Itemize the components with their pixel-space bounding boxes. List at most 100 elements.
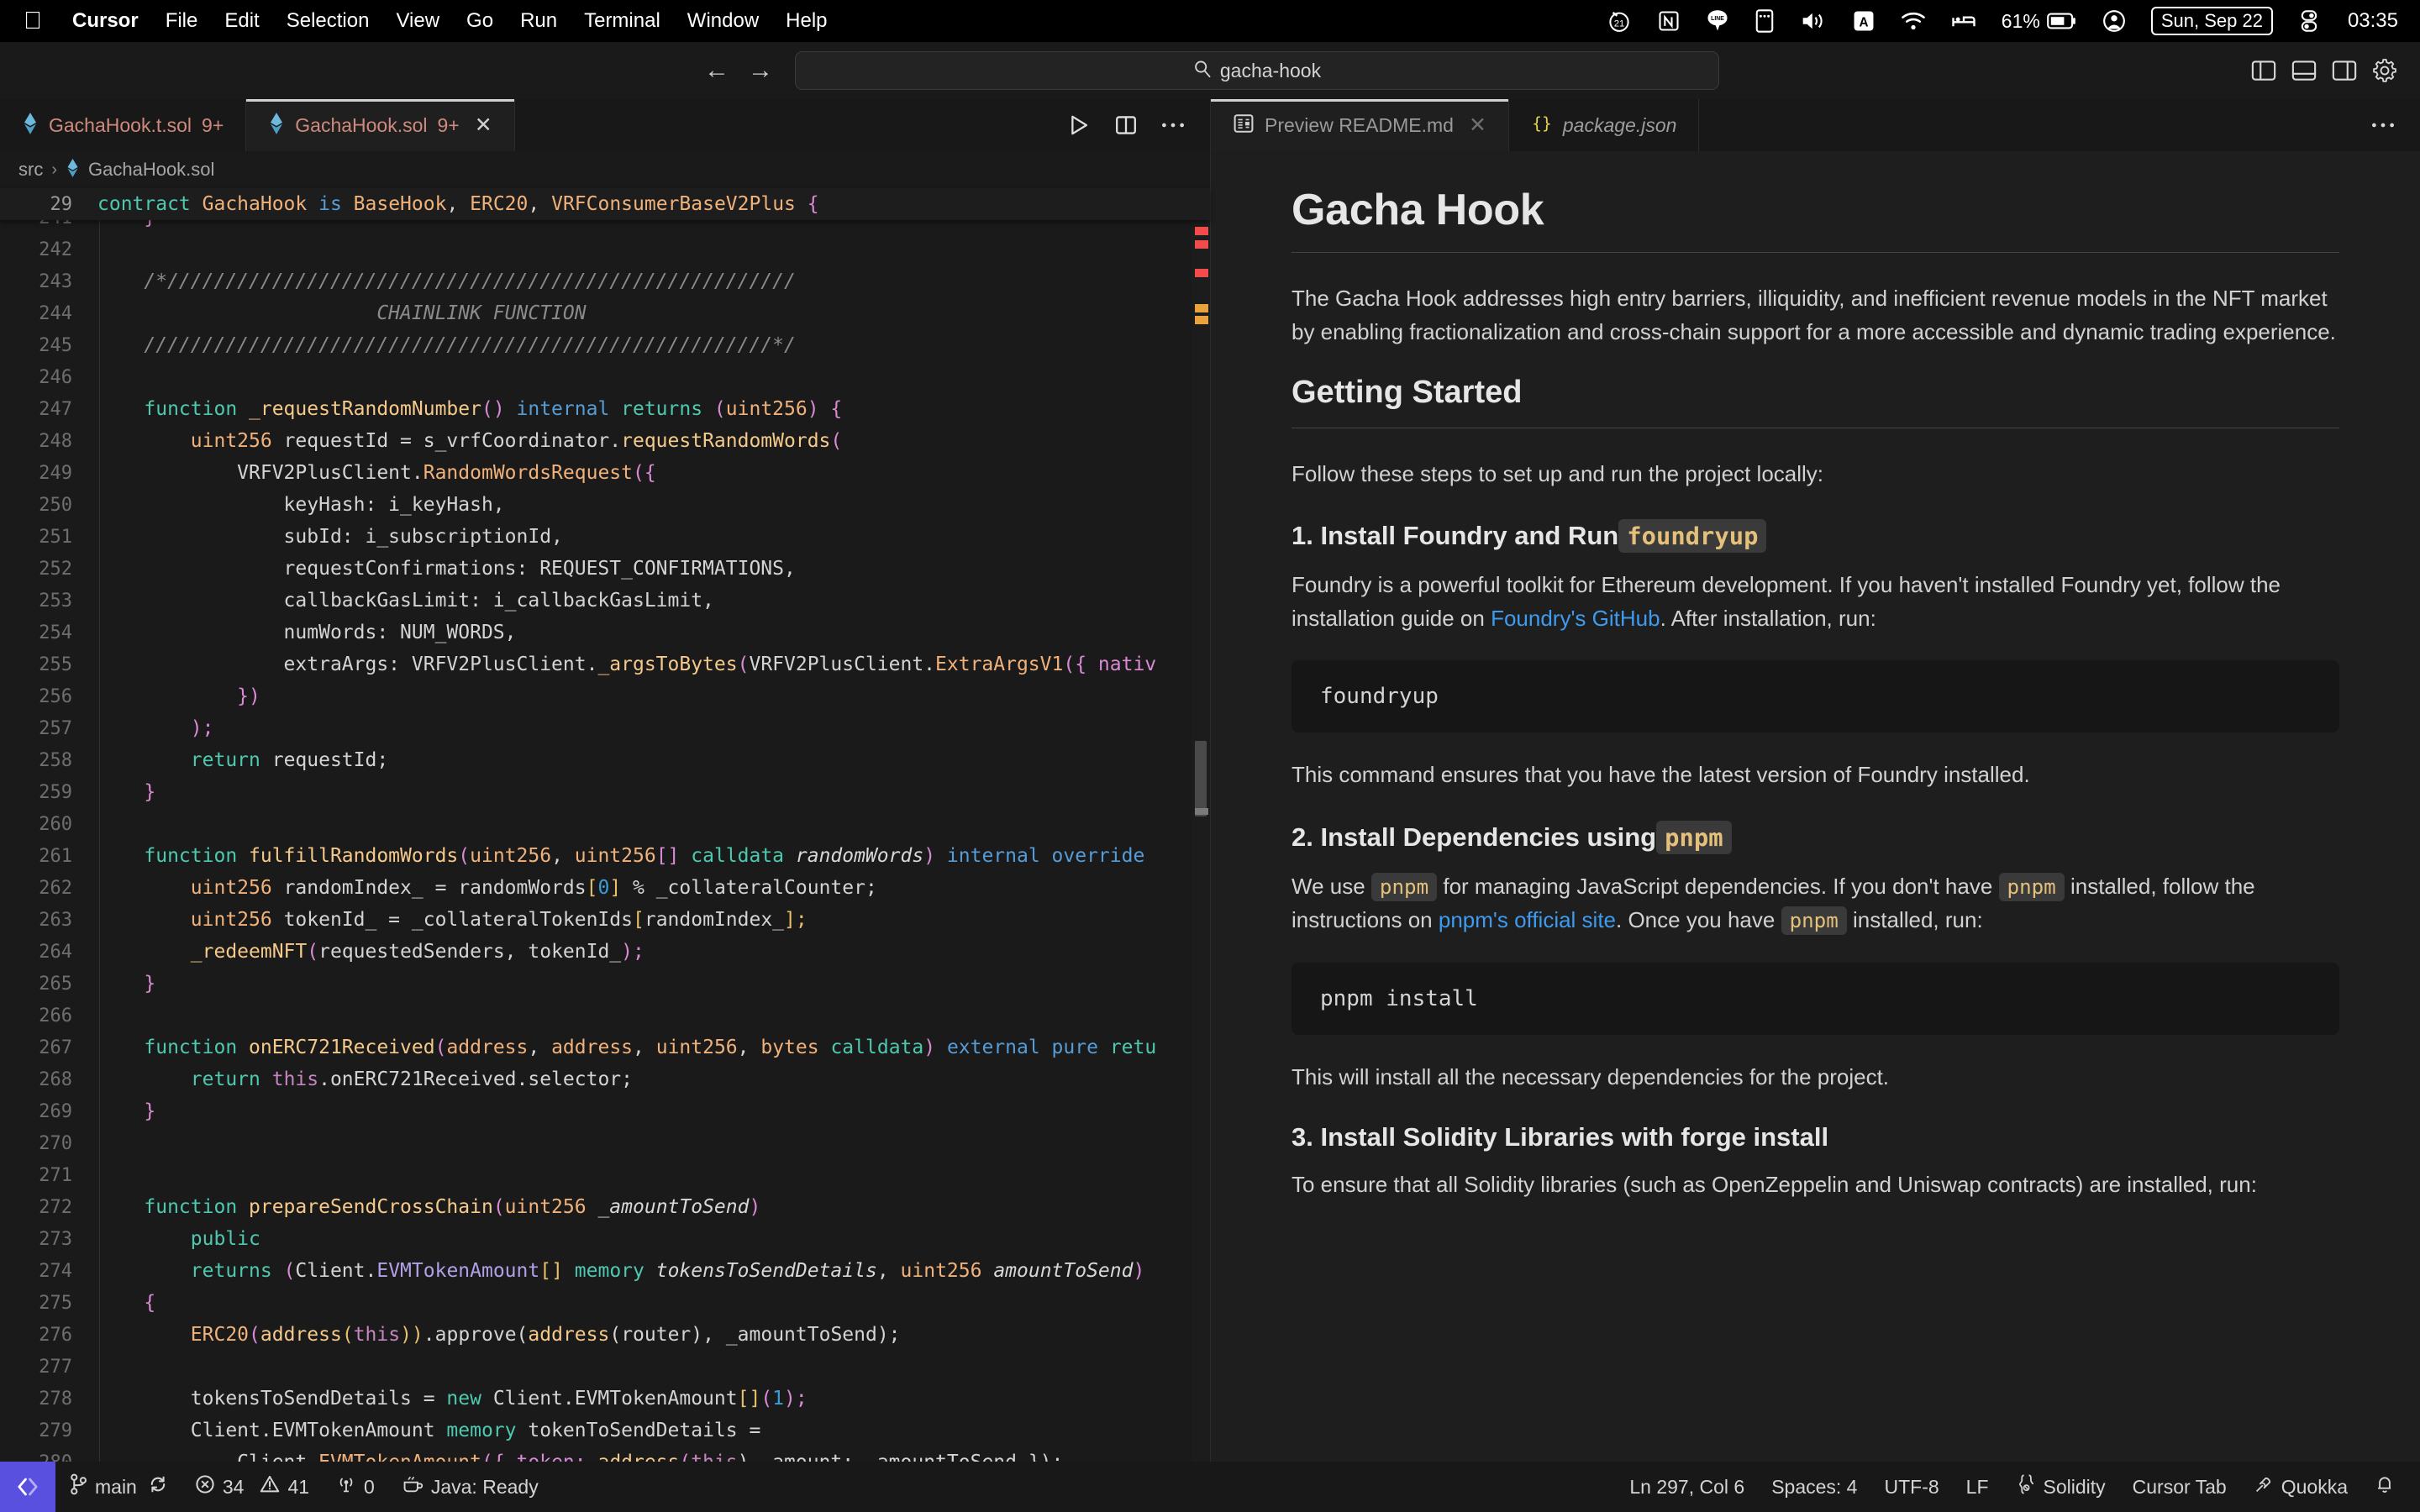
code-line[interactable]: 261 function fulfillRandomWords(uint256,… [0, 840, 1210, 872]
battery-widget-icon[interactable] [1742, 4, 1787, 38]
code-line[interactable]: 273 public [0, 1223, 1210, 1255]
overview-ruler[interactable] [1192, 220, 1210, 1487]
settings-gear-icon[interactable] [2365, 52, 2405, 89]
code-line[interactable]: 254 numWords: NUM_WORDS, [0, 617, 1210, 648]
line-messenger-icon[interactable]: LINE [1693, 4, 1742, 38]
code-line[interactable]: 275 { [0, 1287, 1210, 1319]
menu-item-edit[interactable]: Edit [211, 9, 272, 33]
split-editor-right-button[interactable] [1102, 99, 1150, 151]
sync-icon[interactable] [148, 1474, 168, 1499]
status-language-mode[interactable]: Solidity [2002, 1473, 2119, 1500]
menu-item-cursor[interactable]: Cursor [59, 9, 152, 33]
pnpm-official-site-link[interactable]: pnpm's official site [1439, 907, 1616, 932]
status-cursor-tab[interactable]: Cursor Tab [2119, 1476, 2240, 1499]
code-editor-content[interactable]: 241 } 242 243 /*//////////////////////////… [0, 220, 1210, 1487]
code-line[interactable]: 243 /*//////////////////////////////////… [0, 265, 1210, 297]
code-line[interactable]: 264 _redeemNFT(requestedSenders, tokenId… [0, 936, 1210, 968]
more-actions-button[interactable] [2360, 99, 2407, 151]
back-arrow-icon[interactable]: ← [704, 58, 729, 83]
code-line[interactable]: 277 [0, 1351, 1210, 1383]
tab-package-json[interactable]: {} package.json [1508, 99, 1700, 151]
code-line[interactable]: 278 tokensToSendDetails = new Client.EVM… [0, 1383, 1210, 1415]
close-icon[interactable]: ✕ [475, 114, 492, 136]
run-button[interactable] [1055, 99, 1102, 151]
status-cursor-position[interactable]: Ln 297, Col 6 [1616, 1476, 1758, 1499]
menu-bar-clock[interactable]: 03:35 [2333, 9, 2402, 33]
status-encoding[interactable]: UTF-8 [1870, 1476, 1952, 1499]
code-line[interactable]: 259 } [0, 776, 1210, 808]
code-line[interactable]: 268 return this.onERC721Received.selecto… [0, 1063, 1210, 1095]
code-line[interactable]: 244 CHAINLINK FUNCTION [0, 297, 1210, 329]
code-line[interactable]: 270 [0, 1127, 1210, 1159]
forward-arrow-icon[interactable]: → [748, 58, 773, 83]
menu-item-selection[interactable]: Selection [273, 9, 383, 33]
code-line[interactable]: 247 function _requestRandomNumber() inte… [0, 393, 1210, 425]
tab-preview-readme[interactable]: Preview README.md ✕ [1211, 99, 1509, 151]
status-problems[interactable]: 34 41 [182, 1474, 323, 1499]
code-line[interactable]: 271 [0, 1159, 1210, 1191]
status-java[interactable]: Java: Ready [388, 1474, 552, 1499]
toggle-primary-sidebar-icon[interactable] [2244, 52, 2284, 89]
code-line[interactable]: 256 }) [0, 680, 1210, 712]
remote-window-icon[interactable] [0, 1462, 55, 1512]
status-quokka[interactable]: Quokka [2240, 1474, 2361, 1499]
menu-item-view[interactable]: View [382, 9, 453, 33]
code-line[interactable]: 242 [0, 234, 1210, 265]
code-line[interactable]: 249 VRFV2PlusClient.RandomWordsRequest({ [0, 457, 1210, 489]
code-line[interactable]: 262 uint256 randomIndex_ = randomWords[0… [0, 872, 1210, 904]
close-icon[interactable]: ✕ [1469, 114, 1486, 136]
code-line[interactable]: 250 keyHash: i_keyHash, [0, 489, 1210, 521]
code-line[interactable]: 251 subId: i_subscriptionId, [0, 521, 1210, 553]
code-line[interactable]: 276 ERC20(address(this)).approve(address… [0, 1319, 1210, 1351]
code-line[interactable]: 252 requestConfirmations: REQUEST_CONFIR… [0, 553, 1210, 585]
breadcrumb-item-file[interactable]: GachaHook.sol [88, 159, 214, 181]
menu-item-help[interactable]: Help [772, 9, 840, 33]
code-line[interactable]: 241 } [0, 220, 1210, 234]
code-line[interactable]: 260 [0, 808, 1210, 840]
volume-icon[interactable] [1787, 4, 1839, 38]
notion-icon[interactable] [1644, 4, 1693, 38]
battery-status[interactable]: 61% [1989, 4, 2090, 38]
code-line[interactable]: 279 Client.EVMTokenAmount memory tokenTo… [0, 1415, 1210, 1446]
tab-gachahook-sol[interactable]: GachaHook.sol 9+ ✕ [246, 99, 515, 151]
clock-21-icon[interactable]: 21 [1594, 4, 1644, 38]
code-line[interactable]: 258 return requestId; [0, 744, 1210, 776]
control-center-icon[interactable] [2286, 4, 2333, 38]
code-line[interactable]: 266 [0, 1000, 1210, 1032]
code-line[interactable]: 269 } [0, 1095, 1210, 1127]
code-line[interactable]: 272 function prepareSendCrossChain(uint2… [0, 1191, 1210, 1223]
menu-item-terminal[interactable]: Terminal [571, 9, 674, 33]
more-actions-button[interactable] [1150, 99, 1197, 151]
code-line[interactable]: 274 returns (Client.EVMTokenAmount[] mem… [0, 1255, 1210, 1287]
status-branch[interactable]: main [55, 1473, 182, 1500]
code-line[interactable]: 245 ////////////////////////////////////… [0, 329, 1210, 361]
menu-item-run[interactable]: Run [507, 9, 571, 33]
code-line[interactable]: 263 uint256 tokenId_ = _collateralTokenI… [0, 904, 1210, 936]
markdown-preview[interactable]: Gacha Hook The Gacha Hook addresses high… [1211, 151, 2420, 1487]
menu-item-file[interactable]: File [152, 9, 212, 33]
toggle-secondary-sidebar-icon[interactable] [2324, 52, 2365, 89]
menu-item-window[interactable]: Window [674, 9, 772, 33]
tab-gachahook-t-sol[interactable]: GachaHook.t.sol 9+ [0, 99, 247, 151]
code-line[interactable]: 267 function onERC721Received(address, a… [0, 1032, 1210, 1063]
menu-bar-date[interactable]: Sun, Sep 22 [2139, 4, 2286, 38]
code-line[interactable]: 253 callbackGasLimit: i_callbackGasLimit… [0, 585, 1210, 617]
sticky-scroll-line[interactable]: 29 contract GachaHook is BaseHook, ERC20… [0, 188, 1210, 220]
toggle-panel-icon[interactable] [2284, 52, 2324, 89]
foundry-github-link[interactable]: Foundry's GitHub [1491, 606, 1660, 631]
status-eol[interactable]: LF [1953, 1476, 2002, 1499]
breadcrumb-item-src[interactable]: src [18, 159, 43, 181]
editor-scrollbar-thumb[interactable] [1195, 741, 1207, 816]
code-line[interactable]: 255 extraArgs: VRFV2PlusClient._argsToBy… [0, 648, 1210, 680]
menu-item-go[interactable]: Go [453, 9, 507, 33]
sleep-bed-icon[interactable] [1939, 4, 1989, 38]
apple-logo-icon[interactable]:  [18, 8, 47, 34]
command-search-bar[interactable]: gacha-hook [795, 51, 1719, 90]
account-icon[interactable] [2090, 4, 2139, 38]
wifi-icon[interactable] [1888, 4, 1939, 38]
code-line[interactable]: 246 [0, 361, 1210, 393]
status-indentation[interactable]: Spaces: 4 [1758, 1476, 1870, 1499]
code-line[interactable]: 257 ); [0, 712, 1210, 744]
code-line[interactable]: 248 uint256 requestId = s_vrfCoordinator… [0, 425, 1210, 457]
status-notifications[interactable] [2361, 1473, 2408, 1500]
